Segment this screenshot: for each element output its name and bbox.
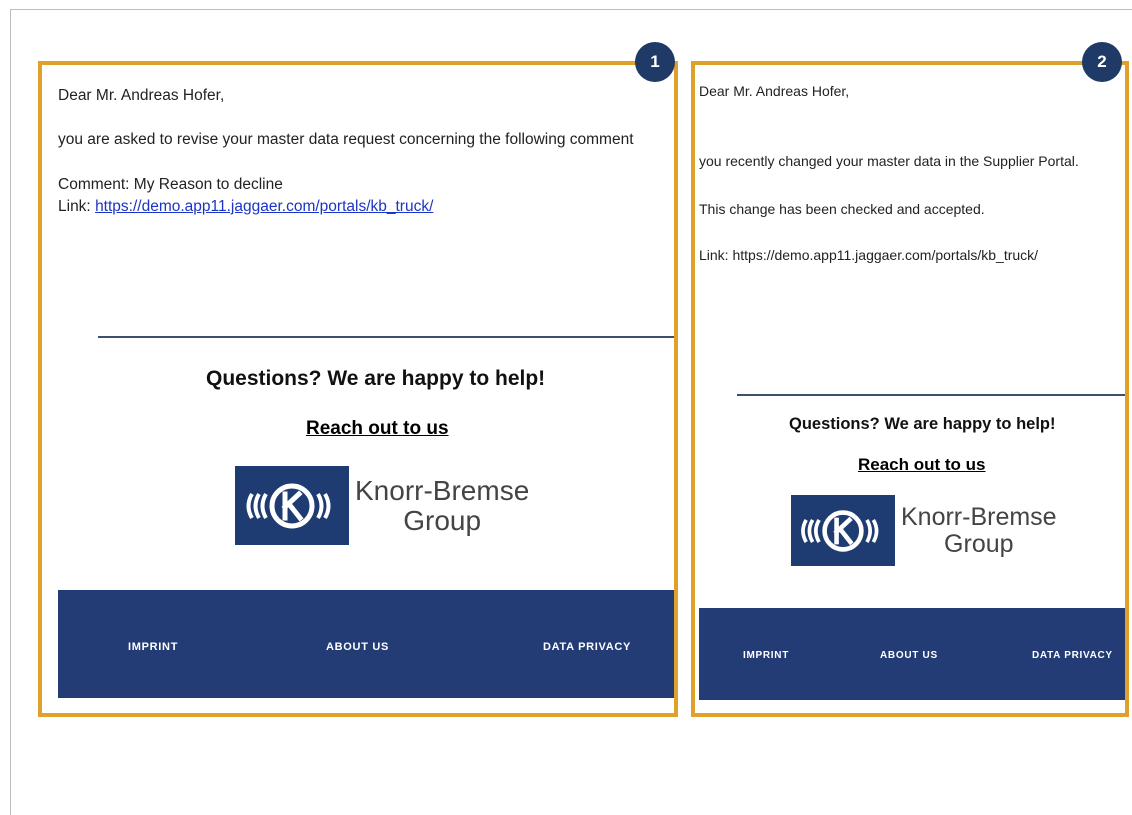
footer-link-privacy[interactable]: DATA PRIVACY bbox=[1032, 650, 1113, 661]
questions-heading: Questions? We are happy to help! bbox=[206, 367, 546, 390]
logo-text: Knorr-Bremse Group bbox=[355, 476, 529, 535]
email-panel-accepted: Dear Mr. Andreas Hofer, you recently cha… bbox=[691, 61, 1129, 717]
divider bbox=[737, 394, 1125, 396]
body-text: you recently changed your master data in… bbox=[699, 153, 1079, 169]
logo-line-2: Group bbox=[944, 529, 1014, 558]
logo-text: Knorr-Bremse Group bbox=[901, 504, 1057, 557]
link-text: Link: https://demo.app11.jaggaer.com/por… bbox=[699, 247, 1039, 263]
reach-out-link[interactable]: Reach out to us bbox=[306, 418, 449, 440]
footer-link-privacy[interactable]: DATA PRIVACY bbox=[543, 641, 631, 653]
logo-emblem-icon bbox=[235, 466, 349, 545]
footer-link-imprint[interactable]: IMPRINT bbox=[128, 641, 178, 653]
comment-text: Comment: My Reason to decline bbox=[58, 176, 283, 193]
knorr-bremse-logo: Knorr-Bremse Group bbox=[791, 495, 1057, 566]
logo-line-2: Group bbox=[403, 504, 482, 536]
link-line: Link: https://demo.app11.jaggaer.com/por… bbox=[58, 198, 433, 216]
step-badge-2: 2 bbox=[1082, 42, 1122, 82]
link-label: Link: bbox=[58, 198, 96, 215]
footer-link-about[interactable]: ABOUT US bbox=[326, 641, 389, 653]
accepted-text: This change has been checked and accepte… bbox=[699, 201, 985, 217]
divider bbox=[98, 336, 674, 338]
frame-border-top bbox=[10, 9, 1132, 10]
logo-line-1: Knorr-Bremse bbox=[355, 475, 530, 507]
footer-link-imprint[interactable]: IMPRINT bbox=[743, 650, 789, 661]
portal-link[interactable]: https://demo.app11.jaggaer.com/portals/k… bbox=[95, 198, 433, 215]
email-footer: IMPRINT ABOUT US DATA PRIVACY bbox=[58, 590, 674, 698]
body-text: you are asked to revise your master data… bbox=[58, 131, 634, 148]
knorr-bremse-logo: Knorr-Bremse Group bbox=[235, 466, 529, 545]
email-footer: IMPRINT ABOUT US DATA PRIVACY bbox=[699, 608, 1125, 700]
questions-heading: Questions? We are happy to help! bbox=[789, 415, 1056, 433]
greeting: Dear Mr. Andreas Hofer, bbox=[58, 87, 225, 104]
footer-link-about[interactable]: ABOUT US bbox=[880, 650, 938, 661]
logo-line-1: Knorr-Bremse bbox=[901, 503, 1057, 532]
greeting: Dear Mr. Andreas Hofer, bbox=[699, 83, 850, 99]
frame-border-left bbox=[10, 9, 11, 815]
email-panel-declined: Dear Mr. Andreas Hofer, you are asked to… bbox=[38, 61, 678, 717]
step-badge-1: 1 bbox=[635, 42, 675, 82]
logo-emblem-icon bbox=[791, 495, 895, 566]
reach-out-link[interactable]: Reach out to us bbox=[858, 455, 986, 475]
